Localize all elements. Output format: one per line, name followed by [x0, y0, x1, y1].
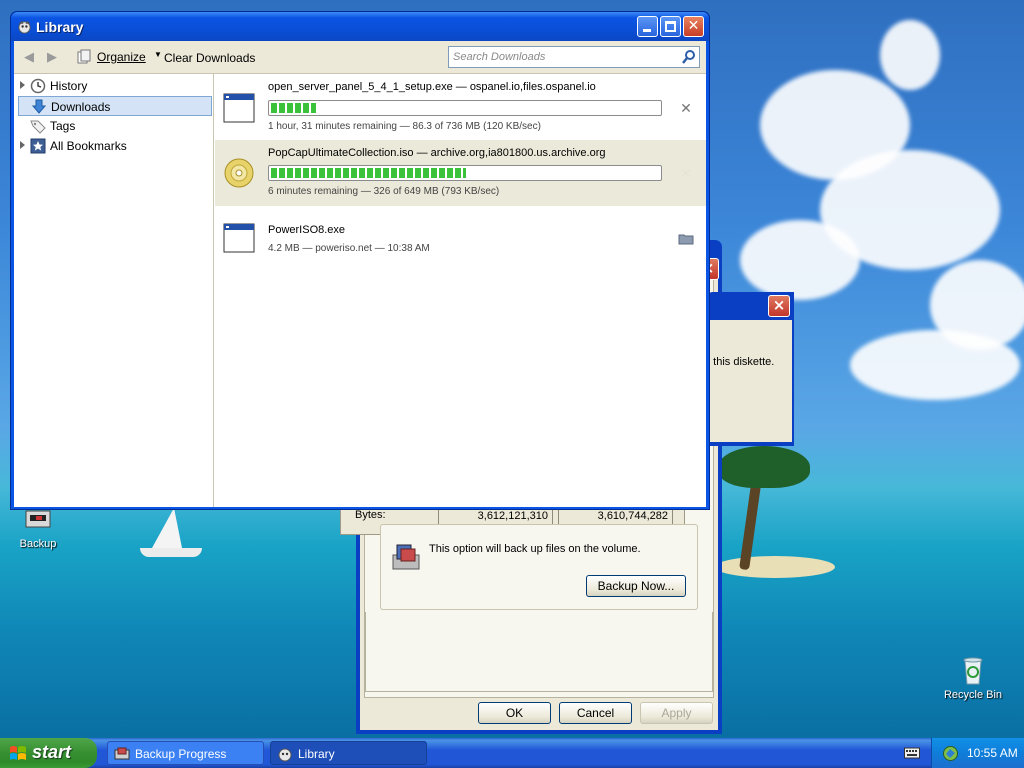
desktop-icon-label: Backup [19, 538, 57, 550]
taskbar-item-library[interactable]: Library [270, 741, 427, 765]
close-icon: ✕ [687, 18, 700, 34]
diskette-dialog-body [710, 320, 792, 442]
backup-option-group: Backup Now... [380, 524, 698, 610]
dropdown-caret-icon: ▼ [154, 50, 162, 59]
disc-icon [224, 158, 254, 188]
backup-drive-icon [392, 544, 420, 570]
recycle-bin-icon [963, 657, 983, 685]
download-item[interactable]: PopCapUltimateCollection.iso — archive.o… [215, 140, 706, 206]
search-box [448, 46, 700, 68]
clear-downloads-button[interactable]: Clear Downloads [164, 51, 255, 65]
diskette-dialog-close-button[interactable]: × [768, 295, 790, 317]
download-progress-fill [271, 168, 466, 178]
system-tray: 10:55 AM [931, 738, 1024, 768]
sidebar-item-label: All Bookmarks [50, 139, 127, 153]
cloud [880, 20, 940, 90]
search-input[interactable] [453, 49, 673, 65]
backup-icon [114, 747, 130, 760]
maximize-icon [665, 21, 676, 32]
sidebar-item-label: Tags [50, 119, 76, 133]
sailboat-hull [140, 548, 202, 557]
sailboat [140, 508, 204, 560]
minimize-icon [643, 29, 651, 32]
sidebar-item-tags[interactable]: Tags [18, 116, 212, 136]
firefox-library-icon [278, 748, 292, 762]
firefox-library-icon [18, 20, 31, 34]
sidebar-item-label: Downloads [51, 100, 111, 114]
exe-window-icon [223, 223, 255, 253]
clock-icon [30, 78, 46, 94]
windows-flag-icon [10, 746, 26, 760]
sailboat-sail [152, 508, 182, 548]
maximize-button[interactable] [660, 16, 681, 37]
minimize-button[interactable] [637, 16, 658, 37]
cancel-x-icon[interactable]: ✕ [678, 166, 694, 182]
taskbar-item-label: Backup Progress [135, 747, 227, 761]
cancel-button[interactable]: Cancel [559, 702, 632, 724]
ok-button[interactable]: OK [478, 702, 551, 724]
expand-twisty-icon[interactable] [20, 81, 25, 89]
island [715, 556, 835, 578]
organize-label: Organize [97, 50, 146, 64]
back-arrow-icon[interactable]: ◀ [24, 50, 34, 65]
backup-option-text: This option will back up files on the vo… [429, 543, 641, 555]
library-window: Library ✕ ◀ ▶ Organize ▼ Clear Downloads [10, 11, 710, 510]
library-sidebar: History Downloads Tags All Bookmarks [14, 74, 214, 507]
library-toolbar: ◀ ▶ Organize ▼ Clear Downloads [14, 41, 706, 74]
bytes-label: Bytes: [355, 509, 386, 521]
organize-icon [77, 49, 91, 64]
download-name: open_server_panel_5_4_1_setup.exe — ospa… [268, 81, 596, 93]
backup-tab-panel-bottom [365, 612, 713, 692]
taskbar: start Backup Progress Library 10:55 AM [0, 738, 1024, 768]
sidebar-item-downloads[interactable]: Downloads [18, 96, 212, 116]
download-status: 1 hour, 31 minutes remaining — 86.3 of 7… [268, 121, 541, 132]
download-item[interactable]: open_server_panel_5_4_1_setup.exe — ospa… [215, 74, 706, 140]
backup-now-button[interactable]: Backup Now... [586, 575, 686, 597]
library-window-title: Library [36, 19, 84, 35]
download-status: 6 minutes remaining — 326 of 649 MB (793… [268, 186, 500, 197]
tag-icon [30, 120, 46, 134]
download-name: PowerISO8.exe [268, 224, 346, 236]
forward-arrow-icon[interactable]: ▶ [47, 50, 57, 65]
download-status: 4.2 MB — poweriso.net — 10:38 AM [268, 243, 430, 254]
download-item[interactable]: PowerISO8.exe 4.2 MB — poweriso.net — 10… [215, 206, 706, 264]
download-progress-bar [268, 165, 662, 181]
download-arrow-icon [31, 99, 47, 114]
download-progress-fill [271, 103, 317, 113]
network-icon[interactable] [942, 745, 959, 762]
palm-tree-leaves [718, 446, 810, 488]
exe-window-icon [223, 93, 255, 123]
apply-button[interactable]: Apply [640, 702, 713, 724]
cloud [740, 220, 860, 300]
cloud [850, 330, 1020, 400]
diskette-dialog-text: n this diskette. [704, 356, 775, 368]
sidebar-item-label: History [50, 79, 88, 93]
desktop-icon-recycle-bin[interactable]: Recycle Bin [938, 656, 1008, 701]
bookmarks-star-icon [30, 138, 46, 154]
download-name: PopCapUltimateCollection.iso — archive.o… [268, 147, 606, 159]
desktop-icon-backup[interactable]: Backup [3, 505, 73, 550]
desktop-icon-label: Recycle Bin [943, 689, 1003, 701]
sidebar-item-all-bookmarks[interactable]: All Bookmarks [18, 136, 212, 156]
download-progress-bar [268, 100, 662, 116]
start-button[interactable]: start [0, 738, 97, 768]
open-folder-icon[interactable] [678, 231, 694, 247]
search-icon[interactable] [681, 49, 697, 65]
library-title-bar[interactable]: Library ✕ [11, 12, 709, 41]
expand-twisty-icon[interactable] [20, 141, 25, 149]
cancel-x-icon[interactable]: ✕ [678, 101, 694, 117]
downloads-list: open_server_panel_5_4_1_setup.exe — ospa… [215, 74, 706, 507]
close-button[interactable]: ✕ [683, 16, 704, 37]
taskbar-item-backup-progress[interactable]: Backup Progress [107, 741, 264, 765]
tray-clock: 10:55 AM [967, 746, 1018, 760]
start-label: start [32, 742, 72, 762]
taskbar-item-label: Library [298, 747, 335, 761]
library-client-area: ◀ ▶ Organize ▼ Clear Downloads Search Do… [14, 41, 706, 507]
sidebar-item-history[interactable]: History [18, 76, 212, 96]
keyboard-icon[interactable] [904, 746, 920, 760]
